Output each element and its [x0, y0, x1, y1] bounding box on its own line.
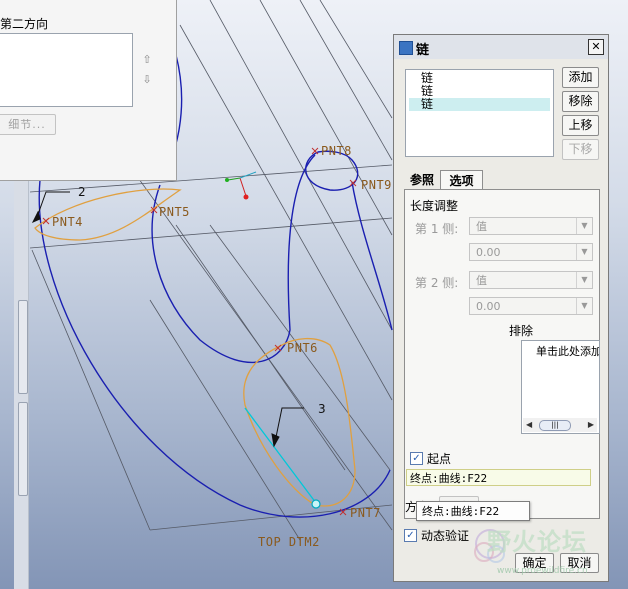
detail-button[interactable]: 细节...: [0, 114, 56, 135]
add-button[interactable]: 添加: [562, 67, 599, 88]
move-up-button[interactable]: 上移: [562, 115, 599, 136]
chevron-down-icon: ▼: [576, 298, 592, 314]
close-icon[interactable]: ✕: [588, 39, 604, 55]
scroll-left-icon[interactable]: ◀: [526, 420, 532, 429]
point-label-pnt9: PNT9: [361, 178, 392, 192]
start-point-tooltip: 终点:曲线:F22: [416, 501, 530, 521]
dynamic-preview-label: 动态验证: [421, 529, 470, 543]
side2-value-input[interactable]: 0.00 ▼: [469, 297, 593, 315]
chain-list-item-selected[interactable]: 链: [409, 98, 550, 111]
exclude-list[interactable]: 单击此处添加 ◀ ||| ▶: [521, 340, 600, 434]
left-strip-handle[interactable]: [18, 402, 28, 496]
side1-value: 0.00: [476, 246, 501, 259]
side1-value-input[interactable]: 0.00 ▼: [469, 243, 593, 261]
start-point-handle[interactable]: [311, 499, 321, 509]
selected-chain-segment[interactable]: [244, 407, 317, 504]
second-direction-title: 第二方向: [0, 17, 49, 31]
second-direction-list[interactable]: [0, 33, 133, 107]
point-label-pnt5: PNT5: [159, 205, 190, 219]
side2-type-value: 值: [476, 274, 487, 287]
side1-label: 第 1 侧:: [415, 222, 459, 236]
leader-arrows: [31, 191, 304, 448]
tab-references[interactable]: 参照: [405, 170, 439, 190]
exclude-label: 排除: [509, 324, 534, 338]
point-label-pnt7: PNT7: [350, 506, 381, 520]
side1-type-value: 值: [476, 220, 487, 233]
point-label-pnt6: PNT6: [287, 341, 318, 355]
marker-label-3: 3: [318, 402, 326, 416]
point-marks: [42, 147, 357, 516]
chevron-down-icon: ▼: [576, 244, 592, 260]
tab-options[interactable]: 选项: [440, 170, 483, 191]
up-arrow-icon[interactable]: ⇧: [139, 52, 155, 68]
chevron-down-icon: ▼: [576, 218, 592, 234]
exclude-horizontal-scrollbar[interactable]: ◀ ||| ▶: [523, 418, 597, 432]
left-strip-handle[interactable]: [18, 300, 28, 394]
chain-list[interactable]: 链 链 链: [405, 69, 554, 157]
start-point-label: 起点: [427, 452, 452, 466]
side1-type-select[interactable]: 值 ▼: [469, 217, 593, 235]
side2-type-select[interactable]: 值 ▼: [469, 271, 593, 289]
marker-label-2: 2: [78, 185, 86, 199]
down-arrow-icon[interactable]: ⇩: [139, 72, 155, 88]
watermark-url: www.proewildfire.cn: [497, 566, 588, 576]
move-down-button[interactable]: 下移: [562, 139, 599, 160]
start-point-field[interactable]: 终点:曲线:F22: [406, 469, 591, 486]
chain-dialog-title: 链: [416, 43, 430, 58]
exclude-placeholder[interactable]: 单击此处添加: [536, 343, 599, 359]
start-point-checkbox[interactable]: ✓: [410, 452, 423, 465]
dynamic-preview-checkbox[interactable]: ✓: [404, 529, 417, 542]
watermark-text: 野火论坛: [487, 528, 587, 556]
point-label-pnt8: PNT8: [321, 144, 352, 158]
remove-button[interactable]: 移除: [562, 91, 599, 112]
plane-label: TOP DTM2: [258, 535, 320, 549]
chevron-down-icon: ▼: [576, 272, 592, 288]
second-direction-panel: 第二方向 ⇧ ⇩ 细节...: [0, 0, 177, 181]
length-adjust-label: 长度调整: [410, 199, 459, 213]
side2-value: 0.00: [476, 300, 501, 313]
chain-dialog: 链 ✕ 链 链 链 添加 移除 上移 下移 参照 选项 长度调整 第 1 侧: …: [393, 34, 609, 582]
scroll-thumb[interactable]: |||: [539, 420, 571, 431]
scroll-right-icon[interactable]: ▶: [588, 420, 594, 429]
dialog-app-icon: [399, 41, 413, 55]
side2-label: 第 2 侧:: [415, 276, 459, 290]
point-label-pnt4: PNT4: [52, 215, 83, 229]
chain-dialog-titlebar[interactable]: 链 ✕: [394, 35, 608, 59]
